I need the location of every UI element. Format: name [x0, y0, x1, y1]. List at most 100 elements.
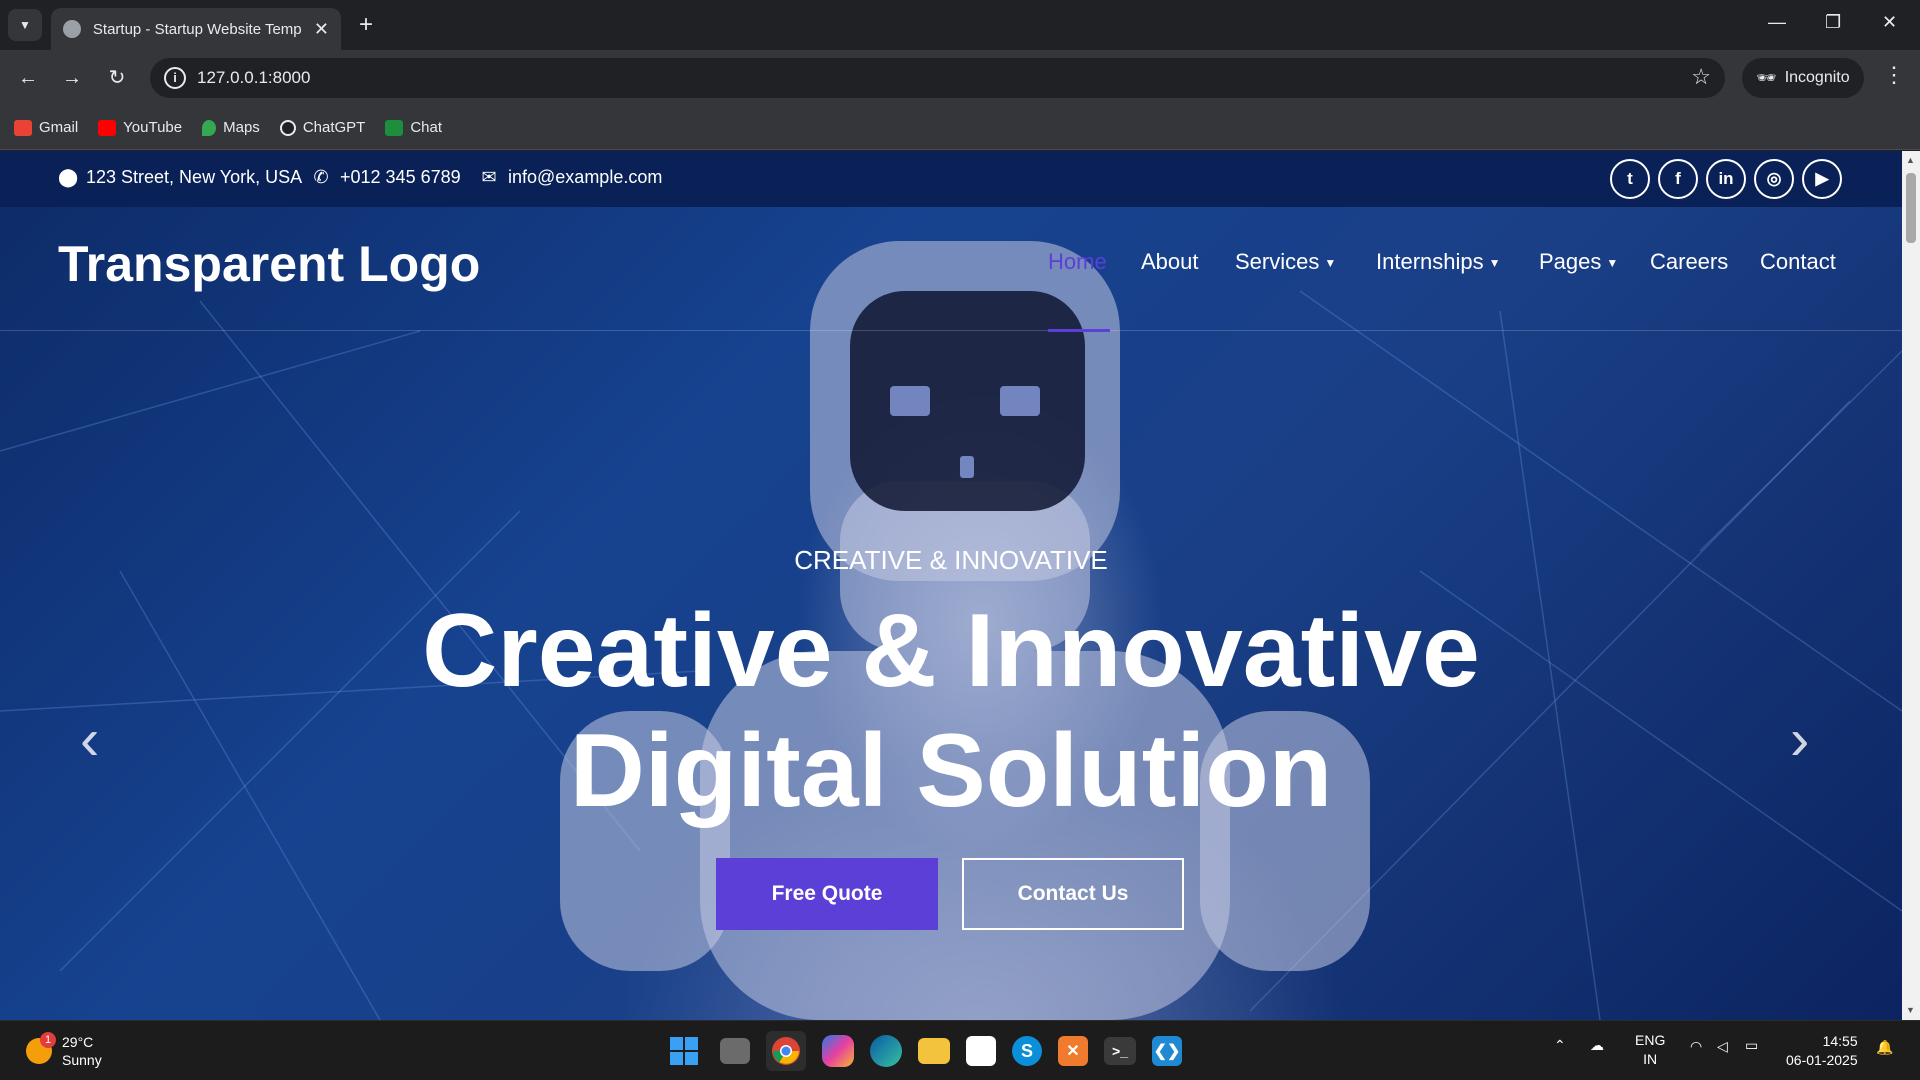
instagram-icon[interactable]: ◎ — [1754, 159, 1794, 199]
system-clock[interactable]: 14:55 06-01-2025 — [1786, 1032, 1858, 1070]
nav-services-label: Services — [1235, 249, 1320, 274]
chrome-logo-icon — [772, 1037, 800, 1065]
incognito-icon: 🕶 — [1756, 70, 1777, 87]
facebook-icon[interactable]: f — [1658, 159, 1698, 199]
address-bar[interactable]: i 127.0.0.1:8000 ☆ — [150, 58, 1725, 98]
maps-icon — [202, 119, 217, 136]
caret-down-icon: ▼ — [1488, 256, 1501, 271]
nav-careers[interactable]: Careers — [1650, 249, 1728, 275]
tab-title: Startup - Startup Website Temp — [92, 20, 302, 38]
nav-contact[interactable]: Contact — [1760, 249, 1836, 275]
site-logo[interactable]: Transparent Logo — [58, 235, 480, 293]
terminal-icon[interactable]: >_ — [1104, 1037, 1136, 1065]
bookmark-chat[interactable]: Chat — [385, 119, 442, 136]
battery-icon[interactable]: ▭ — [1745, 1037, 1758, 1054]
email-item: ✉ info@example.com — [480, 167, 662, 188]
nav-home[interactable]: Home — [1048, 249, 1107, 275]
tab-search-button[interactable]: ▼ — [8, 9, 42, 41]
address-item: ⬤ 123 Street, New York, USA — [58, 167, 302, 188]
phone-icon: ✆ — [313, 167, 329, 187]
taskbar-apps: S ✕ >_ ❮❯ — [664, 1031, 1182, 1071]
sun-icon: 1 — [26, 1032, 56, 1064]
window-close-icon[interactable]: ✕ — [1882, 12, 1897, 33]
notification-bell-icon[interactable]: 🔔 — [1876, 1039, 1893, 1056]
bookmarks-bar: Gmail YouTube Maps ChatGPT Chat — [0, 106, 1920, 150]
microsoft-store-icon[interactable] — [966, 1036, 996, 1066]
copilot-icon[interactable] — [822, 1035, 854, 1067]
nav-about[interactable]: About — [1141, 249, 1199, 275]
site-info-icon[interactable]: i — [164, 67, 186, 89]
chevron-down-icon: ▼ — [19, 18, 31, 32]
bookmark-label: Gmail — [39, 119, 79, 136]
scrollbar-thumb[interactable] — [1906, 173, 1916, 243]
bookmark-youtube[interactable]: YouTube — [98, 119, 182, 136]
hero-subtitle: CREATIVE & INNOVATIVE — [794, 545, 1108, 575]
weather-widget[interactable]: 1 29°C Sunny — [26, 1032, 102, 1069]
nav-pages-label: Pages — [1539, 249, 1602, 274]
onedrive-icon[interactable]: ☁ — [1590, 1037, 1604, 1054]
nav-internships-label: Internships — [1376, 249, 1484, 274]
map-marker-icon: ⬤ — [58, 167, 79, 187]
bookmark-maps[interactable]: Maps — [202, 119, 260, 136]
bookmark-gmail[interactable]: Gmail — [14, 119, 78, 136]
windows-start-icon[interactable] — [664, 1031, 704, 1071]
xampp-icon[interactable]: ✕ — [1058, 1036, 1088, 1066]
free-quote-button[interactable]: Free Quote — [716, 858, 938, 930]
browser-tab[interactable]: Startup - Startup Website Temp ✕ — [51, 8, 341, 50]
contact-us-button[interactable]: Contact Us — [962, 858, 1184, 930]
minimize-icon[interactable]: — — [1768, 12, 1786, 33]
clock-date: 06-01-2025 — [1786, 1052, 1858, 1068]
main-navbar: Transparent Logo Home About Services ▼ In… — [0, 207, 1902, 332]
back-icon[interactable]: ← — [14, 64, 42, 92]
skype-icon[interactable]: S — [1012, 1036, 1042, 1066]
language-indicator[interactable]: ENG IN — [1635, 1031, 1665, 1069]
carousel-next-icon[interactable]: › — [1790, 706, 1809, 773]
task-view-icon[interactable] — [720, 1038, 750, 1064]
phone-item: ✆ +012 345 6789 — [312, 167, 461, 188]
address-text: 123 Street, New York, USA — [86, 167, 303, 187]
reload-icon[interactable]: ↻ — [103, 64, 131, 92]
email-text: info@example.com — [508, 167, 663, 187]
active-nav-indicator — [1048, 329, 1110, 332]
clock-time: 14:55 — [1822, 1033, 1858, 1049]
wifi-icon[interactable]: ◠ — [1690, 1038, 1702, 1055]
forward-icon[interactable]: → — [58, 64, 86, 92]
edge-icon[interactable] — [870, 1035, 902, 1067]
twitter-icon[interactable]: t — [1610, 159, 1650, 199]
nav-pages[interactable]: Pages ▼ — [1539, 249, 1618, 275]
url-text[interactable]: 127.0.0.1:8000 — [197, 68, 310, 88]
bookmark-label: Chat — [410, 119, 443, 136]
vscode-icon[interactable]: ❮❯ — [1152, 1036, 1182, 1066]
chat-icon — [385, 119, 404, 136]
show-hidden-icons-icon[interactable]: ⌃ — [1554, 1037, 1566, 1054]
scroll-up-icon[interactable]: ▲ — [1906, 155, 1915, 165]
chatgpt-icon — [279, 119, 296, 136]
page-scrollbar[interactable]: ▲ ▼ — [1902, 151, 1920, 1020]
volume-icon[interactable]: ◁ — [1717, 1038, 1728, 1055]
file-explorer-icon[interactable] — [918, 1038, 950, 1064]
phone-text: +012 345 6789 — [340, 167, 461, 187]
browser-tab-strip: ▼ Startup - Startup Website Temp ✕ + — ❐… — [0, 0, 1920, 50]
close-icon[interactable]: ✕ — [314, 19, 329, 40]
hero-title-line-2: Digital Solution — [569, 713, 1333, 829]
new-tab-button[interactable]: + — [352, 12, 380, 40]
restore-icon[interactable]: ❐ — [1825, 12, 1841, 33]
nav-services[interactable]: Services ▼ — [1235, 249, 1336, 275]
scroll-down-icon[interactable]: ▼ — [1906, 1005, 1915, 1015]
nav-internships[interactable]: Internships ▼ — [1376, 249, 1501, 275]
incognito-label: Incognito — [1784, 69, 1850, 86]
hero-title-line-1: Creative & Innovative — [422, 593, 1480, 709]
language-label: ENG — [1635, 1032, 1666, 1048]
bookmark-chatgpt[interactable]: ChatGPT — [279, 119, 365, 136]
hero-title: Creative & Innovative Digital Solution — [0, 591, 1902, 831]
linkedin-icon[interactable]: in — [1706, 159, 1746, 199]
caret-down-icon: ▼ — [1324, 256, 1337, 271]
carousel-prev-icon[interactable]: ‹ — [80, 706, 99, 773]
youtube-icon[interactable]: ▶ — [1802, 159, 1842, 199]
bookmark-star-icon[interactable]: ☆ — [1691, 64, 1711, 90]
incognito-indicator[interactable]: 🕶 Incognito — [1742, 58, 1864, 98]
chrome-icon[interactable] — [766, 1031, 806, 1071]
notification-badge: 1 — [40, 1032, 56, 1048]
windows-taskbar: 1 29°C Sunny S ✕ >_ ❮❯ ⌃ ☁ ENG IN ◠ ◁ ▭ … — [0, 1020, 1920, 1080]
more-menu-icon[interactable]: ⋮ — [1883, 62, 1905, 88]
